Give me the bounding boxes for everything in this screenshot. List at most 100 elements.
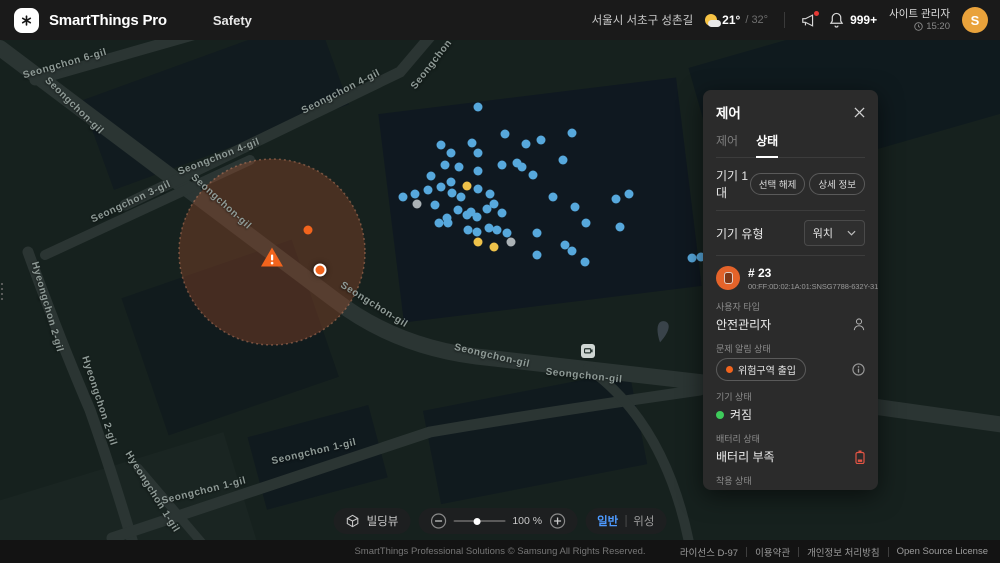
device-dot[interactable] — [411, 190, 420, 199]
map-canvas[interactable]: Seongchon 6-gilSeongchon-gilSeongchon 4-… — [0, 40, 1000, 540]
device-dot[interactable] — [431, 201, 440, 210]
deselect-button[interactable]: 선택 해제 — [750, 173, 806, 195]
device-dot[interactable] — [518, 163, 527, 172]
device-dot[interactable] — [413, 200, 422, 209]
device-dot[interactable] — [474, 167, 483, 176]
cctv-icon[interactable] — [581, 344, 595, 358]
divider — [798, 547, 799, 557]
device-dot[interactable] — [486, 190, 495, 199]
device-dot[interactable] — [463, 182, 472, 191]
zoom-out-icon[interactable] — [430, 513, 446, 529]
device-serial: 00:FF:0D:02:1A:01:SNSG7788-632Y-31 — [748, 282, 878, 291]
device-dot[interactable] — [468, 139, 477, 148]
device-dot[interactable] — [447, 149, 456, 158]
device-dot[interactable] — [435, 219, 444, 228]
device-dot[interactable] — [522, 140, 531, 149]
notification-count[interactable]: 999+ — [850, 13, 877, 27]
zoom-in-icon[interactable] — [549, 513, 565, 529]
privacy-link[interactable]: 개인정보 처리방침 — [807, 545, 880, 559]
device-dot[interactable] — [437, 141, 446, 150]
device-dot[interactable] — [490, 243, 499, 252]
map-type-toggle: 일반 위성 — [585, 508, 666, 534]
building-view-label: 빌딩뷰 — [367, 513, 399, 529]
person-icon — [853, 318, 865, 331]
brand-title[interactable]: SmartThings Pro — [49, 12, 167, 29]
device-dot[interactable] — [559, 156, 568, 165]
zoom-slider-knob[interactable] — [473, 518, 480, 525]
device-dot[interactable] — [473, 228, 482, 237]
device-dot[interactable] — [688, 254, 697, 263]
announcement-button[interactable] — [801, 13, 817, 28]
device-dot[interactable] — [474, 103, 483, 112]
device-marker-alert[interactable] — [304, 226, 313, 235]
device-type-select[interactable]: 워치 — [804, 220, 865, 246]
device-dot[interactable] — [447, 178, 456, 187]
device-dot[interactable] — [457, 193, 466, 202]
device-dot[interactable] — [537, 136, 546, 145]
license-link[interactable]: 라이선스 D-97 — [680, 545, 738, 559]
notifications-button[interactable] — [829, 12, 844, 28]
drawer-handle[interactable] — [1, 283, 3, 300]
device-dot[interactable] — [427, 172, 436, 181]
device-dot[interactable] — [533, 229, 542, 238]
device-dot[interactable] — [437, 183, 446, 192]
nav-safety[interactable]: Safety — [213, 13, 252, 28]
device-dot[interactable] — [498, 161, 507, 170]
device-dot[interactable] — [625, 190, 634, 199]
device-dot[interactable] — [493, 226, 502, 235]
building-view-button[interactable]: 빌딩뷰 — [334, 508, 411, 534]
watch-device-icon — [716, 266, 740, 290]
device-dot[interactable] — [474, 185, 483, 194]
device-dot[interactable] — [474, 238, 483, 247]
device-dot[interactable] — [581, 258, 590, 267]
field-label: 배터리 상태 — [716, 432, 865, 445]
location-text: 서울시 서초구 성촌길 — [592, 12, 694, 28]
chevron-down-icon — [847, 230, 856, 236]
weather-widget: 21° / 32° — [705, 13, 768, 27]
device-dot[interactable] — [483, 205, 492, 214]
device-dot[interactable] — [503, 229, 512, 238]
tab-control[interactable]: 제어 — [716, 132, 738, 157]
alert-badge[interactable]: 위험구역 출입 — [716, 358, 806, 381]
device-dot[interactable] — [441, 161, 450, 170]
device-dot[interactable] — [571, 203, 580, 212]
device-dot[interactable] — [464, 226, 473, 235]
device-dot[interactable] — [533, 251, 542, 260]
device-dot[interactable] — [474, 149, 483, 158]
device-dot[interactable] — [498, 209, 507, 218]
device-dot[interactable] — [568, 129, 577, 138]
avatar[interactable]: S — [962, 7, 988, 33]
tab-status[interactable]: 상태 — [756, 132, 778, 158]
device-dot[interactable] — [616, 223, 625, 232]
map-type-normal[interactable]: 일반 — [597, 513, 618, 529]
device-dot[interactable] — [529, 171, 538, 180]
weather-icon — [705, 14, 717, 26]
device-dot[interactable] — [463, 211, 472, 220]
open-source-link[interactable]: Open Source License — [897, 546, 988, 557]
device-dot[interactable] — [507, 238, 516, 247]
device-dot[interactable] — [549, 193, 558, 202]
device-dot[interactable] — [501, 130, 510, 139]
device-dot[interactable] — [454, 206, 463, 215]
user-info: 사이트 관리자 15:20 — [889, 8, 950, 33]
smartthings-logo-icon[interactable] — [14, 8, 39, 33]
info-icon[interactable] — [852, 363, 865, 376]
footer-bar: SmartThings Professional Solutions © Sam… — [0, 540, 1000, 563]
device-dot[interactable] — [424, 186, 433, 195]
close-icon[interactable] — [854, 107, 865, 118]
device-dot[interactable] — [612, 195, 621, 204]
device-dot[interactable] — [444, 219, 453, 228]
terms-link[interactable]: 이용약관 — [755, 545, 790, 559]
device-dot[interactable] — [582, 219, 591, 228]
device-dot[interactable] — [399, 193, 408, 202]
map-type-satellite[interactable]: 위성 — [633, 513, 654, 529]
device-dot[interactable] — [568, 247, 577, 256]
device-dot[interactable] — [473, 213, 482, 222]
detail-info-button[interactable]: 상세 정보 — [809, 173, 865, 195]
warning-marker[interactable] — [260, 247, 284, 268]
device-dot[interactable] — [448, 189, 457, 198]
device-marker-selected[interactable] — [314, 264, 327, 277]
zoom-slider[interactable] — [453, 520, 505, 522]
temp-current: 21° — [722, 13, 740, 27]
device-dot[interactable] — [455, 163, 464, 172]
